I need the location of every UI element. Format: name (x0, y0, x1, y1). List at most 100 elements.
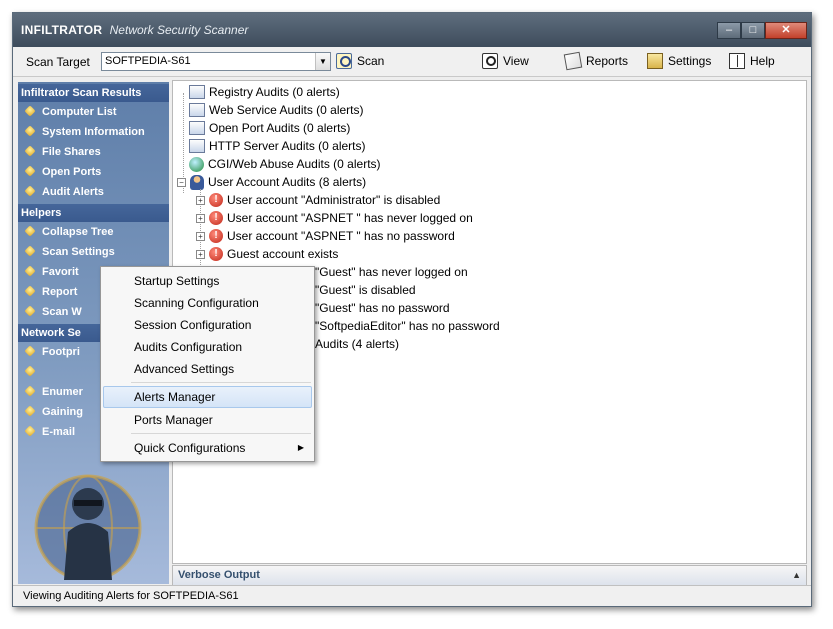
bullet-icon (24, 365, 36, 377)
app-window: INFILTRATOR Network Security Scanner – □… (12, 12, 812, 607)
collapse-icon[interactable]: − (177, 177, 186, 187)
maximize-button[interactable]: □ (741, 22, 765, 39)
alert-icon: ! (209, 193, 223, 207)
tree-item-http-server-audits[interactable]: HTTP Server Audits (0 alerts) (189, 137, 366, 155)
minimize-button[interactable]: – (717, 22, 741, 39)
menu-item-quick-configurations[interactable]: Quick Configurations ▶ (103, 437, 312, 459)
sidebar-header-results: Infiltrator Scan Results (18, 84, 169, 102)
menu-item-advanced-settings[interactable]: Advanced Settings (103, 358, 312, 380)
scan-target-label: Scan Target (26, 55, 90, 69)
bullet-icon (24, 425, 36, 437)
menu-item-alerts-manager[interactable]: Alerts Manager (103, 386, 312, 408)
alert-item[interactable]: "Guest" has never logged on (315, 263, 468, 281)
alert-icon: ! (209, 211, 223, 225)
alert-item[interactable]: + ! User account "Administrator" is disa… (196, 191, 440, 209)
alert-item[interactable]: "Guest" is disabled (315, 281, 416, 299)
menu-separator (131, 433, 311, 434)
status-bar: Viewing Auditing Alerts for SOFTPEDIA-S6… (13, 585, 811, 606)
http-server-icon (189, 139, 205, 153)
menu-item-session-configuration[interactable]: Session Configuration (103, 314, 312, 336)
alert-item[interactable]: + ! User account "ASPNET " has never log… (196, 209, 473, 227)
sidebar-item-scan-settings[interactable]: Scan Settings (18, 242, 169, 262)
chevron-down-icon[interactable]: ▼ (315, 53, 330, 70)
expand-icon[interactable]: + (196, 231, 205, 241)
reports-button[interactable]: Reports (563, 51, 629, 71)
reports-label: Reports (586, 54, 629, 68)
bullet-icon (24, 285, 36, 297)
expand-icon[interactable]: + (196, 213, 205, 223)
tree-item-user-account-audits[interactable]: − User Account Audits (8 alerts) (177, 173, 366, 191)
tree-item-last-audits[interactable]: Audits (4 alerts) (315, 335, 399, 353)
globe-icon (189, 156, 204, 172)
expand-icon[interactable]: + (196, 249, 205, 259)
menu-item-scanning-configuration[interactable]: Scanning Configuration (103, 292, 312, 314)
scan-icon (336, 53, 352, 69)
bullet-icon (24, 185, 36, 197)
bullet-icon (24, 405, 36, 417)
web-service-icon (189, 103, 205, 117)
status-text: Viewing Auditing Alerts for SOFTPEDIA-S6… (23, 590, 239, 602)
settings-label: Settings (668, 54, 712, 68)
view-icon (482, 53, 498, 69)
scan-settings-context-menu: Startup Settings Scanning Configuration … (100, 266, 315, 462)
help-button[interactable]: Help (729, 53, 775, 69)
scan-target-value: SOFTPEDIA-S61 (105, 55, 191, 67)
registry-icon (189, 85, 205, 99)
bullet-icon (24, 345, 36, 357)
menu-item-ports-manager[interactable]: Ports Manager (103, 409, 312, 431)
app-subtitle: Network Security Scanner (109, 23, 249, 37)
bullet-icon (24, 305, 36, 317)
bullet-icon (24, 265, 36, 277)
alert-item[interactable]: "Guest" has no password (315, 299, 450, 317)
tree-item-web-service-audits[interactable]: Web Service Audits (0 alerts) (189, 101, 364, 119)
alert-item[interactable]: + ! User account "ASPNET " has no passwo… (196, 227, 455, 245)
alert-item[interactable]: + ! Guest account exists (196, 245, 338, 263)
view-label: View (503, 54, 529, 68)
settings-button[interactable]: Settings (647, 53, 711, 69)
bullet-icon (24, 245, 36, 257)
verbose-output-panel[interactable]: Verbose Output ▲ (172, 565, 807, 586)
verbose-output-label: Verbose Output (178, 569, 260, 581)
sidebar-item-system-information[interactable]: System Information (18, 122, 169, 142)
sidebar-header-helpers: Helpers (18, 204, 169, 222)
title-bar: INFILTRATOR Network Security Scanner – □… (13, 13, 811, 47)
help-label: Help (750, 54, 775, 68)
sidebar-item-computer-list[interactable]: Computer List (18, 102, 169, 122)
alert-icon: ! (209, 247, 223, 261)
sidebar-item-open-ports[interactable]: Open Ports (18, 162, 169, 182)
menu-item-audits-configuration[interactable]: Audits Configuration (103, 336, 312, 358)
submenu-arrow-icon: ▶ (297, 443, 304, 452)
window-controls: – □ ✕ (717, 22, 807, 39)
expand-up-icon[interactable]: ▲ (792, 566, 801, 585)
tree-item-cgi-web-abuse-audits[interactable]: CGI/Web Abuse Audits (0 alerts) (189, 155, 381, 173)
view-button[interactable]: View (482, 53, 529, 69)
reports-icon (563, 51, 583, 71)
sidebar-item-file-shares[interactable]: File Shares (18, 142, 169, 162)
port-icon (189, 121, 205, 135)
sidebar-item-collapse-tree[interactable]: Collapse Tree (18, 222, 169, 242)
bullet-icon (24, 385, 36, 397)
bullet-icon (24, 165, 36, 177)
infiltrator-logo (34, 474, 142, 580)
alert-item[interactable]: "SoftpediaEditor" has no password (315, 317, 500, 335)
scan-target-combo[interactable]: SOFTPEDIA-S61 ▼ (101, 52, 331, 71)
bullet-icon (24, 105, 36, 117)
bullet-icon (24, 125, 36, 137)
menu-separator (131, 382, 311, 383)
tree-item-registry-audits[interactable]: Registry Audits (0 alerts) (189, 83, 340, 101)
bullet-icon (24, 145, 36, 157)
scan-label: Scan (357, 54, 385, 68)
close-button[interactable]: ✕ (765, 22, 807, 39)
menu-item-startup-settings[interactable]: Startup Settings (103, 270, 312, 292)
alert-icon: ! (209, 229, 223, 243)
toolbar: Scan Target SOFTPEDIA-S61 ▼ Scan View Re… (13, 47, 811, 77)
bullet-icon (24, 225, 36, 237)
help-book-icon (729, 53, 745, 69)
sidebar-item-audit-alerts[interactable]: Audit Alerts (18, 182, 169, 202)
scan-button[interactable]: Scan (336, 53, 384, 69)
settings-icon (647, 53, 663, 69)
quick-configurations-label: Quick Configurations (134, 441, 246, 455)
expand-icon[interactable]: + (196, 195, 205, 205)
user-icon (190, 174, 204, 190)
tree-item-open-port-audits[interactable]: Open Port Audits (0 alerts) (189, 119, 350, 137)
